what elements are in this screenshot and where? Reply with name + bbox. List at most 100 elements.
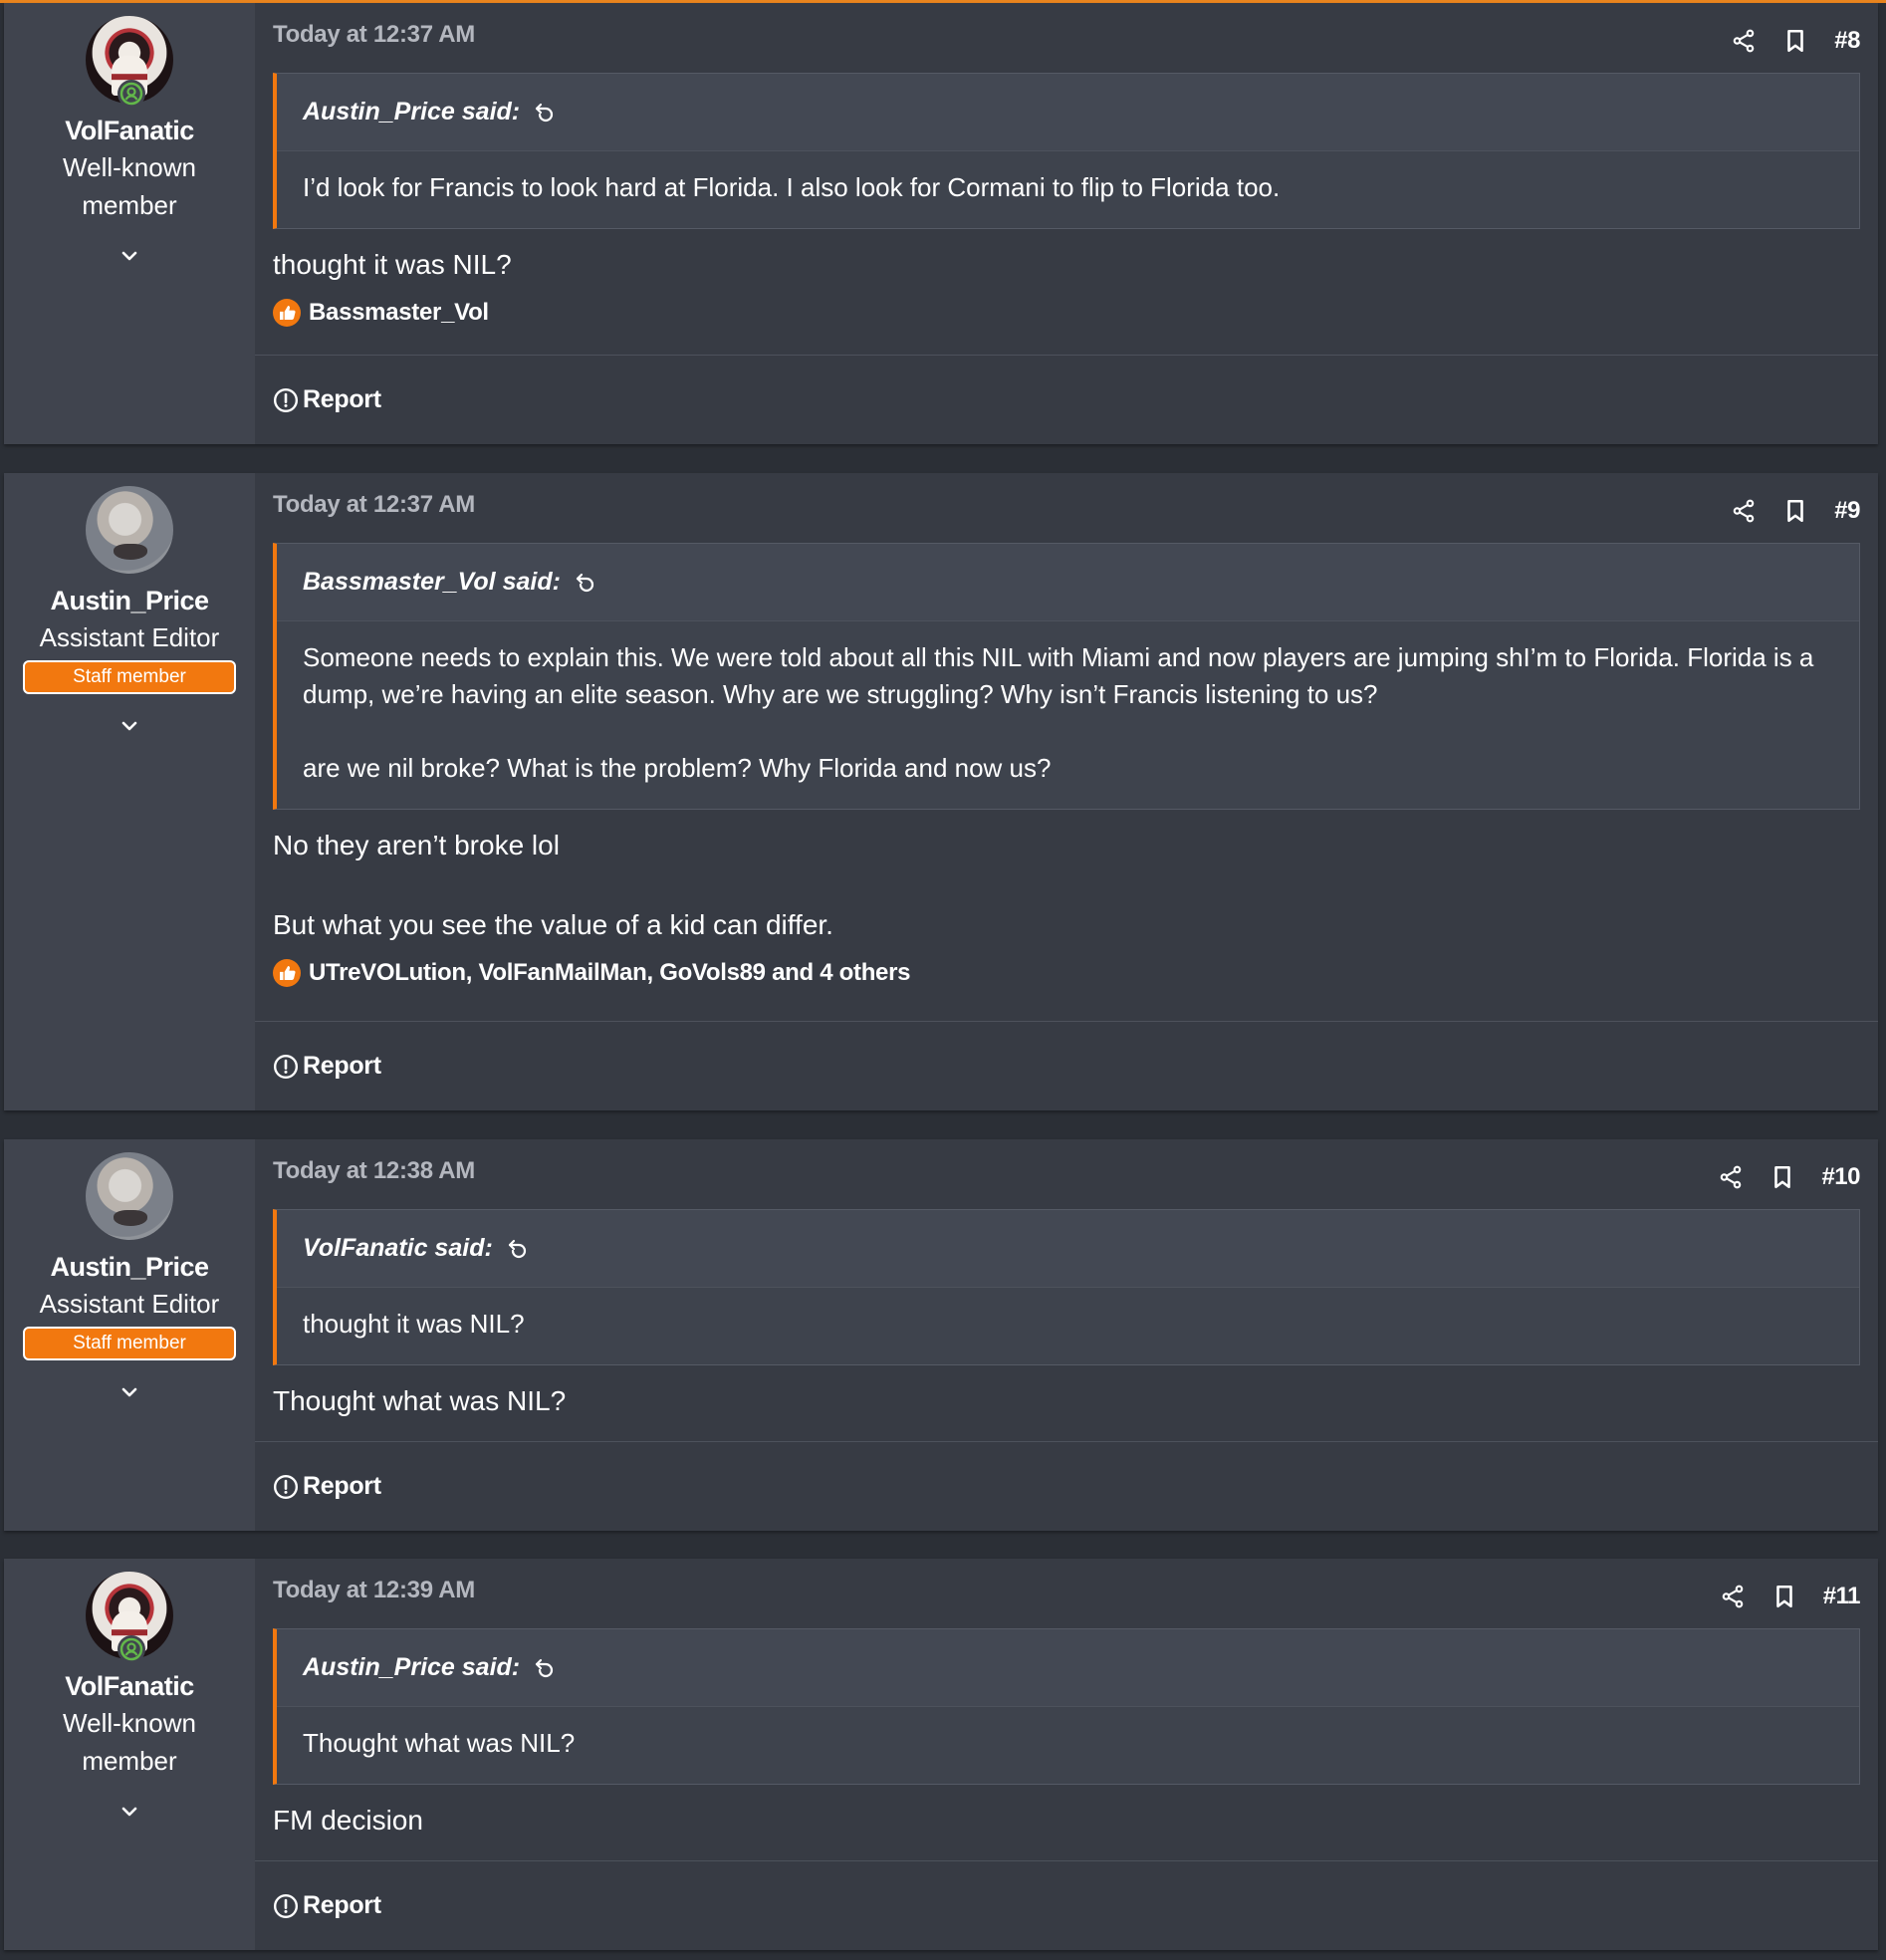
quote-body: thought it was NIL?	[277, 1288, 1859, 1364]
report-label: Report	[303, 1891, 381, 1919]
message-text: thought it was NIL?	[273, 249, 512, 280]
bald-avatar-image	[86, 486, 173, 574]
quote-text: are we nil broke? What is the problem? W…	[303, 753, 1052, 783]
message-body: FM decision	[273, 1801, 1860, 1840]
username[interactable]: VolFanatic	[65, 1671, 194, 1702]
report-icon	[273, 1474, 299, 1499]
message-text: But what you see the value of a kid can …	[273, 909, 833, 940]
report-label: Report	[303, 385, 381, 413]
avatar[interactable]	[86, 1572, 173, 1663]
report-button[interactable]: Report	[273, 385, 381, 414]
post-timestamp[interactable]: Today at 12:37 AM	[273, 491, 475, 519]
report-icon	[273, 1054, 299, 1079]
quote-author[interactable]: Austin_Price said:	[303, 98, 520, 126]
blockquote: VolFanatic said: thought it was NIL?	[273, 1209, 1860, 1365]
report-label: Report	[303, 1472, 381, 1500]
go-to-quote-icon[interactable]	[532, 101, 556, 124]
bookmark-icon[interactable]	[1782, 28, 1808, 54]
report-icon	[273, 1893, 299, 1918]
quote-author[interactable]: VolFanatic said:	[303, 1234, 493, 1263]
quote-text: thought it was NIL?	[303, 1309, 525, 1339]
user-title: Well-known member	[63, 1708, 196, 1776]
staff-badge: Staff member	[23, 660, 236, 694]
quote-text: I’d look for Francis to look hard at Flo…	[303, 172, 1281, 202]
chevron-down-icon[interactable]	[118, 244, 141, 268]
post-timestamp[interactable]: Today at 12:38 AM	[273, 1157, 475, 1185]
go-to-quote-icon[interactable]	[532, 1656, 556, 1680]
reactions-bar[interactable]: UTreVOLution, VolFanMailMan, GoVols89 an…	[273, 959, 1860, 987]
post-timestamp[interactable]: Today at 12:39 AM	[273, 1577, 475, 1604]
chevron-down-icon[interactable]	[118, 1800, 141, 1824]
reactions-users[interactable]: UTreVOLution, VolFanMailMan, GoVols89 an…	[309, 959, 911, 987]
avatar[interactable]	[86, 1152, 173, 1240]
quote-header[interactable]: VolFanatic said:	[277, 1210, 1859, 1288]
post-8: VolFanatic Well-known member Today at 12…	[4, 3, 1878, 444]
blockquote: Austin_Price said: Thought what was NIL?	[273, 1628, 1860, 1785]
report-button[interactable]: Report	[273, 1891, 381, 1920]
reactions-bar[interactable]: Bassmaster_Vol	[273, 299, 1860, 327]
quote-header[interactable]: Austin_Price said:	[277, 74, 1859, 151]
like-reaction-icon	[273, 959, 301, 987]
post-number-link[interactable]: #9	[1834, 497, 1860, 525]
share-icon[interactable]	[1731, 28, 1757, 54]
username[interactable]: Austin_Price	[50, 1252, 209, 1283]
quote-body: Someone needs to explain this. We were t…	[277, 621, 1859, 809]
blockquote: Austin_Price said: I’d look for Francis …	[273, 73, 1860, 229]
bookmark-icon[interactable]	[1769, 1164, 1795, 1190]
go-to-quote-icon[interactable]	[573, 571, 596, 595]
post-9: Austin_Price Assistant Editor Staff memb…	[4, 473, 1878, 1110]
quote-author[interactable]: Bassmaster_Vol said:	[303, 568, 561, 597]
chevron-down-icon[interactable]	[118, 714, 141, 738]
user-title: Assistant Editor	[39, 1289, 220, 1319]
user-title: Assistant Editor	[39, 622, 220, 652]
post-footer: Report	[255, 1860, 1878, 1950]
quote-body: I’d look for Francis to look hard at Flo…	[277, 151, 1859, 228]
message-text: FM decision	[273, 1805, 423, 1836]
post-timestamp[interactable]: Today at 12:37 AM	[273, 21, 475, 49]
online-status-icon	[118, 1635, 145, 1663]
post-footer: Report	[255, 1441, 1878, 1531]
online-status-icon	[118, 80, 145, 108]
post-number-link[interactable]: #10	[1821, 1163, 1860, 1191]
user-cell: Austin_Price Assistant Editor Staff memb…	[4, 1139, 255, 1531]
post-11: VolFanatic Well-known member Today at 12…	[4, 1559, 1878, 1950]
staff-badge: Staff member	[23, 1327, 236, 1360]
message-text: Thought what was NIL?	[273, 1385, 567, 1416]
bookmark-icon[interactable]	[1771, 1584, 1797, 1609]
reactions-users[interactable]: Bassmaster_Vol	[309, 299, 489, 327]
avatar[interactable]	[86, 486, 173, 574]
report-button[interactable]: Report	[273, 1052, 381, 1081]
username[interactable]: VolFanatic	[65, 116, 194, 146]
quote-author[interactable]: Austin_Price said:	[303, 1653, 520, 1682]
user-cell: Austin_Price Assistant Editor Staff memb…	[4, 473, 255, 1110]
report-icon	[273, 387, 299, 412]
go-to-quote-icon[interactable]	[505, 1237, 529, 1261]
message-body: No they aren’t broke lol But what you se…	[273, 826, 1860, 945]
share-icon[interactable]	[1731, 498, 1757, 524]
quote-body: Thought what was NIL?	[277, 1707, 1859, 1784]
quote-header[interactable]: Bassmaster_Vol said:	[277, 544, 1859, 621]
share-icon[interactable]	[1720, 1584, 1746, 1609]
user-cell: VolFanatic Well-known member	[4, 1559, 255, 1950]
post-number-link[interactable]: #8	[1834, 27, 1860, 55]
message-body: thought it was NIL?	[273, 245, 1860, 285]
report-button[interactable]: Report	[273, 1472, 381, 1501]
quote-header[interactable]: Austin_Price said:	[277, 1629, 1859, 1707]
post-footer: Report	[255, 355, 1878, 444]
like-reaction-icon	[273, 299, 301, 327]
share-icon[interactable]	[1718, 1164, 1744, 1190]
avatar[interactable]	[86, 16, 173, 108]
quote-text: Someone needs to explain this. We were t…	[303, 642, 1814, 709]
user-cell: VolFanatic Well-known member	[4, 3, 255, 444]
chevron-down-icon[interactable]	[118, 1380, 141, 1404]
quote-text: Thought what was NIL?	[303, 1728, 576, 1758]
post-footer: Report	[255, 1021, 1878, 1110]
blockquote: Bassmaster_Vol said: Someone needs to ex…	[273, 543, 1860, 810]
bookmark-icon[interactable]	[1782, 498, 1808, 524]
username[interactable]: Austin_Price	[50, 586, 209, 616]
bald-avatar-image	[86, 1152, 173, 1240]
user-title: Well-known member	[63, 152, 196, 220]
post-number-link[interactable]: #11	[1823, 1583, 1861, 1610]
message-text: No they aren’t broke lol	[273, 830, 560, 860]
report-label: Report	[303, 1052, 381, 1080]
